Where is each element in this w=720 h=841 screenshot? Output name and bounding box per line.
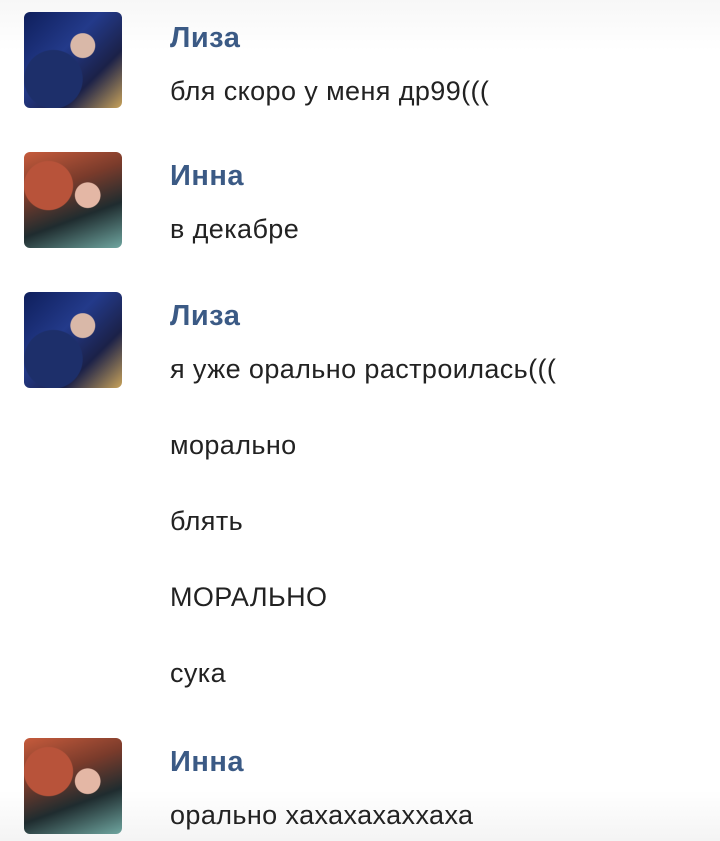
avatar-inna[interactable] [24,152,122,248]
sender-name[interactable]: Лиза [170,22,240,55]
message-text: орально хахахахаххаха [170,800,474,830]
sender-name[interactable]: Лиза [170,300,240,333]
avatar-inna[interactable] [24,738,122,834]
message-text: МОРАЛЬНО [170,582,328,612]
message-text: бля скоро у меня др99((( [170,76,490,106]
chat-history: Лиза бля скоро у меня др99((( Инна в дек… [0,0,720,841]
message-text: в декабре [170,214,300,244]
avatar-liza[interactable] [24,12,122,108]
avatar-liza[interactable] [24,292,122,388]
message-text: морально [170,430,297,460]
sender-name[interactable]: Инна [170,160,244,193]
sender-name[interactable]: Инна [170,746,244,779]
message-text: блять [170,506,244,536]
message-text: я уже орально растроилась((( [170,354,557,384]
message-text: сука [170,658,227,688]
